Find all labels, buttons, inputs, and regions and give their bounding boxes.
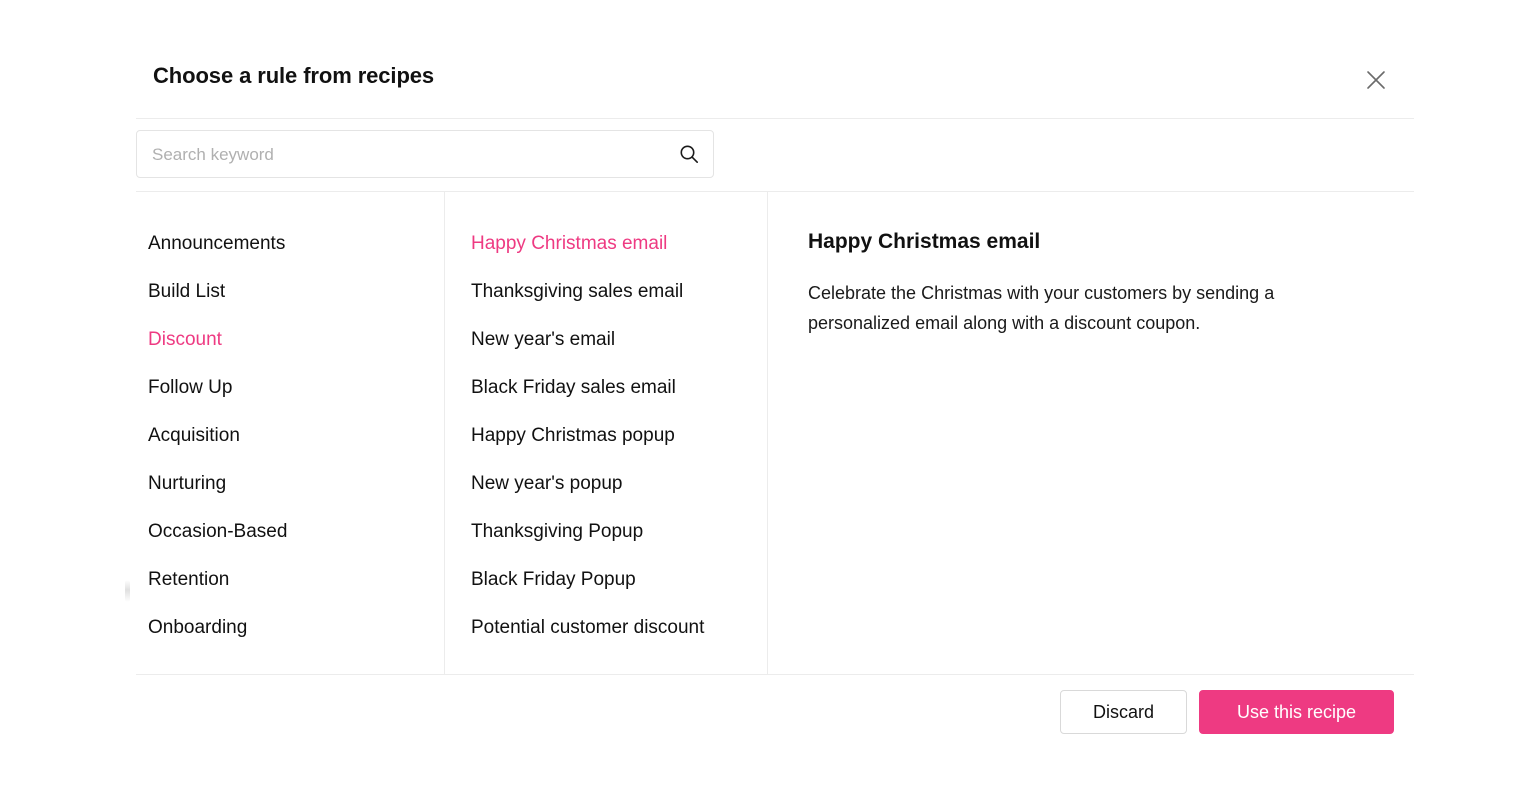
sidebar-item-onboarding[interactable]: Onboarding [136, 604, 444, 652]
recipe-item-black-friday-sales-email[interactable]: Black Friday sales email [445, 364, 767, 412]
sidebar-item-build-list[interactable]: Build List [136, 268, 444, 316]
close-icon [1365, 69, 1387, 91]
page-title: Choose a rule from recipes [153, 63, 435, 88]
search-icon[interactable] [678, 143, 700, 165]
recipe-item-black-friday-popup[interactable]: Black Friday Popup [445, 556, 767, 604]
recipe-item-thanksgiving-sales-email[interactable]: Thanksgiving sales email [445, 268, 767, 316]
recipe-item-new-years-email[interactable]: New year's email [445, 316, 767, 364]
sidebar-item-acquisition[interactable]: Acquisition [136, 412, 444, 460]
sidebar-item-announcements[interactable]: Announcements [136, 220, 444, 268]
detail-column: Happy Christmas email Celebrate the Chri… [768, 192, 1414, 674]
dialog-header: Choose a rule from recipes [136, 0, 1414, 119]
sidebar-item-retention[interactable]: Retention [136, 556, 444, 604]
recipe-item-potential-customer-discount[interactable]: Potential customer discount [445, 604, 767, 652]
recipe-detail: Happy Christmas email Celebrate the Chri… [808, 228, 1353, 338]
sidebar-item-nurturing[interactable]: Nurturing [136, 460, 444, 508]
dialog-footer: Discard Use this recipe [136, 675, 1414, 761]
detail-description: Celebrate the Christmas with your custom… [808, 283, 1275, 333]
recipe-item-happy-christmas-popup[interactable]: Happy Christmas popup [445, 412, 767, 460]
dialog-body: Announcements Build List Discount Follow… [125, 192, 1414, 675]
recipe-list: Happy Christmas email Thanksgiving sales… [445, 220, 767, 652]
sidebar-item-follow-up[interactable]: Follow Up [136, 364, 444, 412]
scrollbar-thumb[interactable] [125, 580, 130, 602]
category-list: Announcements Build List Discount Follow… [136, 220, 444, 652]
search-box[interactable] [136, 130, 714, 179]
discard-button[interactable]: Discard [1060, 690, 1187, 734]
category-column: Announcements Build List Discount Follow… [125, 192, 445, 674]
sidebar-item-occasion-based[interactable]: Occasion-Based [136, 508, 444, 556]
detail-title: Happy Christmas email [808, 230, 1041, 253]
recipe-column: Happy Christmas email Thanksgiving sales… [445, 192, 768, 674]
recipe-item-happy-christmas-email[interactable]: Happy Christmas email [445, 220, 767, 268]
use-this-recipe-button[interactable]: Use this recipe [1199, 690, 1394, 734]
search-input[interactable] [150, 131, 654, 179]
recipe-picker-dialog: Choose a rule from recipes Search keywor… [125, 0, 1414, 800]
sidebar-item-discount[interactable]: Discount [136, 316, 444, 364]
recipe-item-thanksgiving-popup[interactable]: Thanksgiving Popup [445, 508, 767, 556]
recipe-item-new-years-popup[interactable]: New year's popup [445, 460, 767, 508]
close-button[interactable] [1358, 62, 1394, 98]
search-row [136, 119, 1414, 192]
